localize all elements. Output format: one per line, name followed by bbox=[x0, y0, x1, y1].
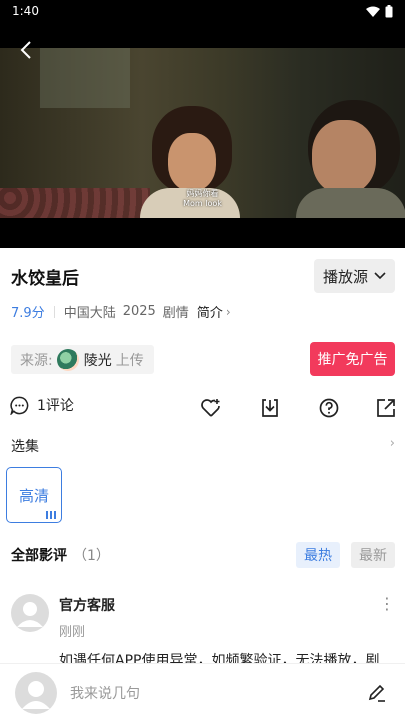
video-subtitle-cn: 妈妈你看 bbox=[186, 189, 219, 198]
favorite-add-icon[interactable] bbox=[200, 397, 222, 419]
episode-chip[interactable]: 高清 bbox=[6, 467, 62, 523]
comment-icon bbox=[10, 396, 29, 415]
episode-label: 高清 bbox=[18, 486, 49, 505]
source-selector-button[interactable]: 播放源 bbox=[313, 259, 395, 293]
back-arrow-icon bbox=[20, 41, 31, 59]
video-player[interactable]: 1:40 妈妈你看 Mom look bbox=[0, 0, 405, 248]
comment-input[interactable]: 我来说几句 bbox=[70, 683, 140, 703]
chevron-down-icon bbox=[374, 272, 386, 280]
share-icon[interactable] bbox=[375, 397, 397, 419]
more-options-icon[interactable]: ⋮ bbox=[379, 594, 395, 613]
avatar bbox=[15, 672, 57, 714]
uploader-tag[interactable]: 来源: 陵光 上传 bbox=[11, 345, 154, 374]
action-row: 1评论 bbox=[0, 395, 405, 421]
title-row: 水饺皇后 播放源 bbox=[0, 258, 405, 294]
genre: 剧情 bbox=[162, 306, 189, 321]
user-placeholder-icon bbox=[17, 602, 43, 627]
review-author: 官方客服 bbox=[59, 598, 115, 614]
intro-link[interactable]: 简介 bbox=[197, 302, 223, 321]
sort-hot-button[interactable]: 最热 bbox=[296, 542, 340, 568]
region: 中国大陆 bbox=[63, 306, 116, 321]
chevron-right-icon: › bbox=[225, 304, 231, 319]
source-selector-label: 播放源 bbox=[322, 267, 368, 286]
back-button[interactable] bbox=[14, 38, 38, 62]
battery-icon bbox=[385, 4, 393, 17]
reviews-title: 全部影评 bbox=[11, 548, 67, 564]
episodes-header[interactable]: 选集 › bbox=[11, 436, 395, 456]
status-bar: 1:40 bbox=[0, 0, 405, 22]
uploader-name: 陵光 bbox=[83, 352, 112, 369]
reviews-count: （1） bbox=[73, 548, 110, 564]
promo-no-ads-button[interactable]: 推广免广告 bbox=[310, 342, 395, 376]
video-subtitle-en: Mom look bbox=[183, 199, 222, 208]
page-title: 水饺皇后 bbox=[11, 268, 79, 289]
wifi-icon bbox=[366, 6, 380, 17]
rating: 7.9分 bbox=[11, 306, 45, 321]
user-placeholder-icon bbox=[22, 681, 50, 709]
comment-button[interactable]: 1评论 bbox=[10, 395, 74, 415]
avatar[interactable] bbox=[11, 594, 49, 632]
divider bbox=[53, 305, 55, 318]
review-time: 刚刚 bbox=[59, 625, 86, 640]
edit-icon[interactable] bbox=[367, 682, 387, 702]
help-icon[interactable] bbox=[318, 397, 340, 419]
year: 2025 bbox=[122, 304, 156, 319]
status-icons bbox=[366, 4, 393, 18]
uploader-avatar bbox=[56, 348, 79, 371]
sort-new-button[interactable]: 最新 bbox=[351, 542, 395, 568]
playing-indicator-icon bbox=[46, 511, 56, 519]
download-icon[interactable] bbox=[259, 397, 281, 419]
episodes-label: 选集 bbox=[11, 439, 39, 455]
uploader-suffix: 上传 bbox=[115, 352, 144, 369]
meta-row: 7.9分 中国大陆 2025 剧情 简介 › bbox=[11, 302, 231, 321]
comment-bar: 我来说几句 bbox=[0, 663, 405, 720]
status-time: 1:40 bbox=[12, 4, 39, 18]
reviews-header: 全部影评 （1） 最热 最新 bbox=[11, 542, 395, 568]
chevron-right-icon: › bbox=[389, 436, 395, 451]
uploader-prefix: 来源: bbox=[20, 352, 53, 369]
comment-count: 1评论 bbox=[37, 398, 74, 414]
